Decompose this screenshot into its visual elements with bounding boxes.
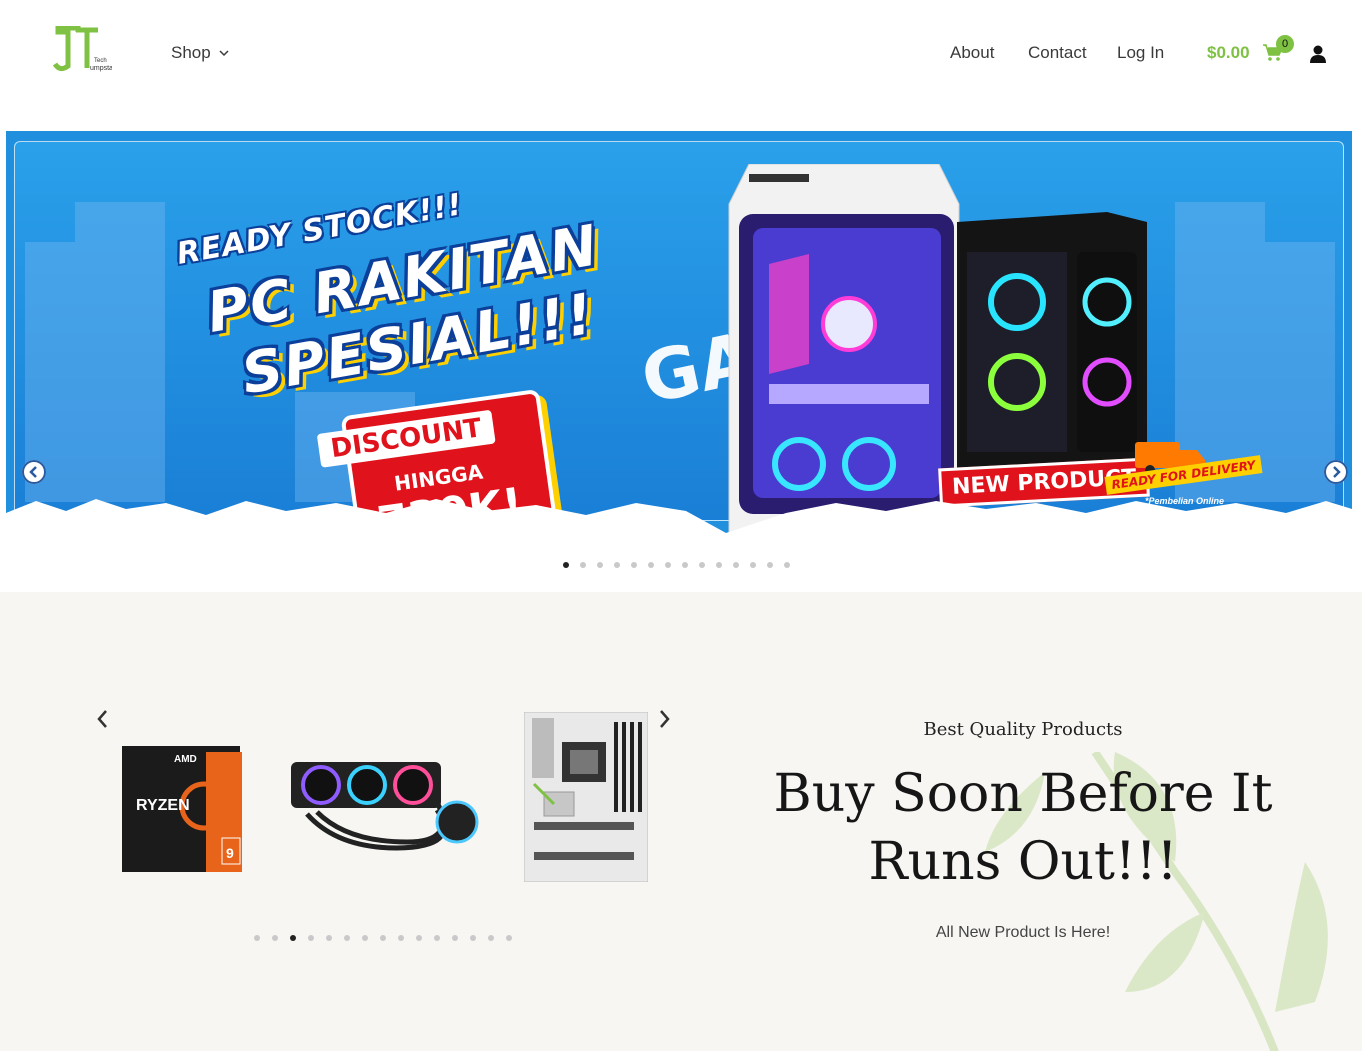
- hero-slider-dot[interactable]: [699, 562, 705, 568]
- hero-slide[interactable]: GAM READY STOCK!!! PC RAKITAN SPESIAL!!!…: [14, 141, 1344, 551]
- nav-shop-label: Shop: [171, 43, 211, 62]
- hero-headline: READY STOCK!!! PC RAKITAN SPESIAL!!! DIS…: [165, 187, 604, 551]
- hero-slider-dot[interactable]: [614, 562, 620, 568]
- products-slider-dot[interactable]: [470, 935, 476, 941]
- hero-slider-dot[interactable]: [767, 562, 773, 568]
- products-slider-dot[interactable]: [344, 935, 350, 941]
- hero-prev-button[interactable]: [22, 460, 46, 484]
- chevron-right-icon: [1324, 460, 1348, 484]
- product-ryzen-image[interactable]: AMD RYZEN 9: [122, 742, 244, 874]
- hero-slider-dot[interactable]: [716, 562, 722, 568]
- nav-shop[interactable]: Shop: [171, 43, 229, 63]
- section-subtitle: Best Quality Products: [923, 719, 1123, 740]
- hero-slider-dot[interactable]: [784, 562, 790, 568]
- discount-label: DISCOUNT: [316, 409, 496, 468]
- nav-contact[interactable]: Contact: [1028, 43, 1087, 63]
- product-ryzen-brand: RYZEN: [136, 797, 190, 814]
- logo-small-text: Tech: [94, 58, 107, 64]
- products-slider-dot[interactable]: [434, 935, 440, 941]
- products-slider-dot[interactable]: [272, 935, 278, 941]
- hero-slider: GAM READY STOCK!!! PC RAKITAN SPESIAL!!!…: [6, 131, 1352, 551]
- nav-about[interactable]: About: [950, 43, 994, 63]
- hero-slider-dot[interactable]: [580, 562, 586, 568]
- chevron-left-icon: [22, 460, 46, 484]
- product-cooler-image[interactable]: [287, 752, 483, 852]
- hero-slider-dot[interactable]: [733, 562, 739, 568]
- products-slider-dot[interactable]: [326, 935, 332, 941]
- hero-slider-dot[interactable]: [665, 562, 671, 568]
- hero-next-button[interactable]: [1324, 460, 1348, 484]
- products-section: AMD RYZEN 9 Best Quality Products Buy So…: [0, 592, 1362, 1051]
- products-slider-dot[interactable]: [488, 935, 494, 941]
- logo-main-text: umpstart: [90, 65, 112, 72]
- hero-slider-dot[interactable]: [750, 562, 756, 568]
- cart-total[interactable]: $0.00: [1207, 43, 1250, 63]
- products-slider-dot[interactable]: [506, 935, 512, 941]
- products-slider-dot[interactable]: [416, 935, 422, 941]
- chevron-down-icon: [219, 50, 229, 57]
- section-tagline: All New Product Is Here!: [935, 924, 1111, 941]
- site-logo[interactable]: Tech umpstart: [50, 25, 117, 74]
- hero-slider-dot[interactable]: [631, 562, 637, 568]
- section-title: Buy Soon Before It Runs Out!!!: [773, 764, 1273, 892]
- product-ryzen-brand-top: AMD: [174, 754, 197, 765]
- user-icon[interactable]: [1308, 44, 1328, 64]
- cart-count-badge: 0: [1276, 35, 1294, 53]
- products-slider-dot[interactable]: [254, 935, 260, 941]
- products-slider-dot[interactable]: [308, 935, 314, 941]
- hero-slider-dot[interactable]: [682, 562, 688, 568]
- hero-bg-building: [75, 202, 165, 502]
- hero-slider-dot[interactable]: [648, 562, 654, 568]
- hero-slider-dots: [563, 562, 790, 568]
- products-slider-dot[interactable]: [452, 935, 458, 941]
- products-slider-dot[interactable]: [290, 935, 296, 941]
- hero-slider-dot[interactable]: [597, 562, 603, 568]
- product-ryzen-tier: 9: [226, 845, 234, 861]
- hero-slider-dot[interactable]: [563, 562, 569, 568]
- logo-icon: Tech umpstart: [52, 25, 117, 72]
- nav-login[interactable]: Log In: [1117, 43, 1164, 63]
- products-slider-dot[interactable]: [362, 935, 368, 941]
- products-slider-dot[interactable]: [398, 935, 404, 941]
- products-slider-dots: [254, 935, 512, 941]
- products-slider-dot[interactable]: [380, 935, 386, 941]
- site-header: Tech umpstart Shop About Contact Log In …: [0, 0, 1362, 110]
- hero-torn-edge: [6, 499, 1352, 551]
